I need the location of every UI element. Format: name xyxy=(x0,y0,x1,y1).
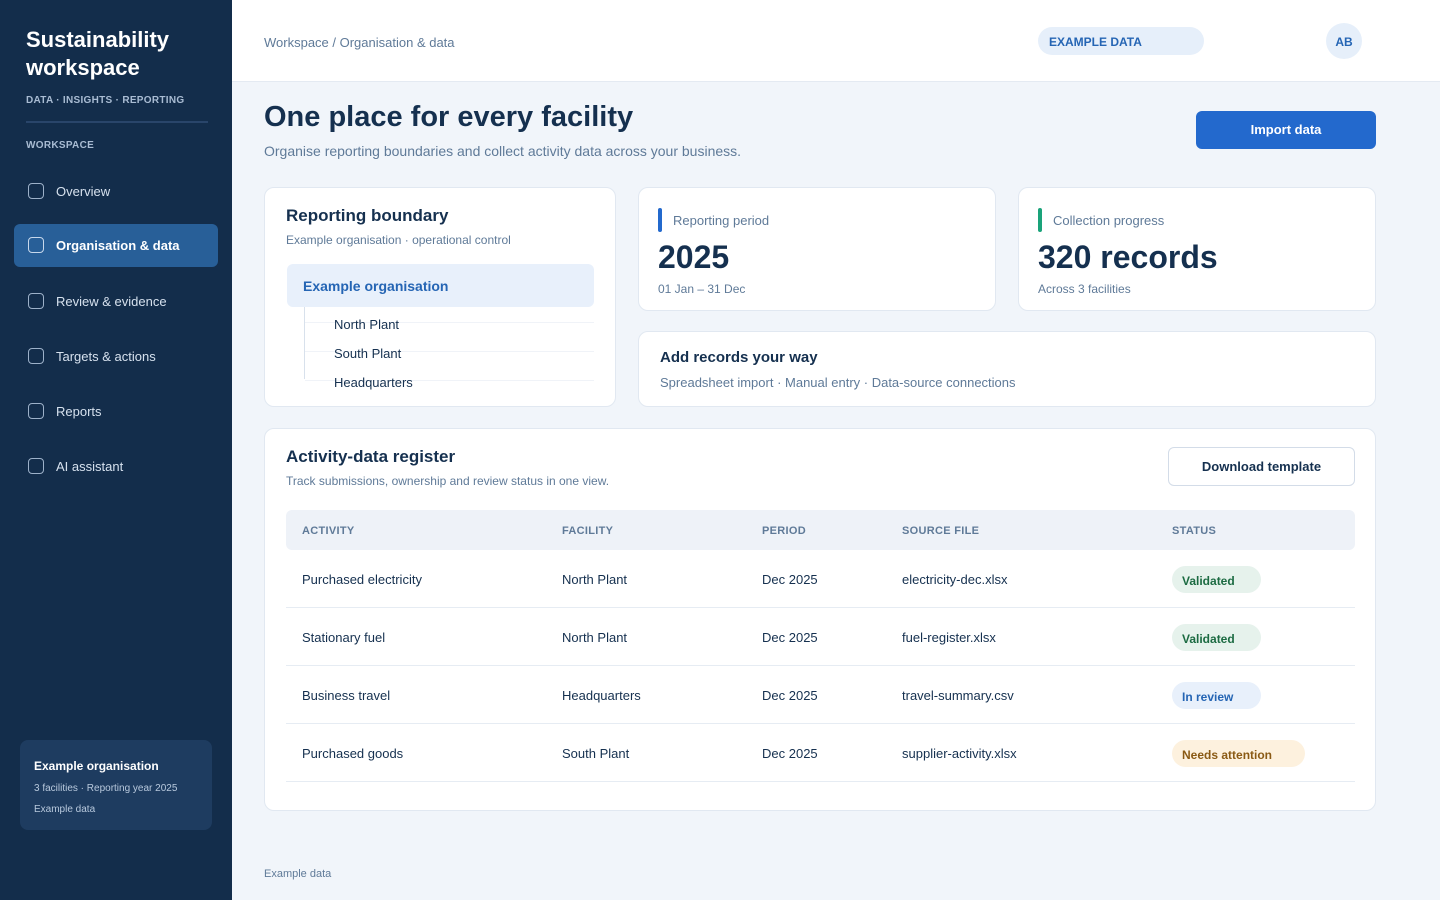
sidebar-divider xyxy=(26,121,208,123)
targets-icon xyxy=(28,348,44,364)
organisation-data-note: Example data xyxy=(34,804,96,815)
cell-facility: North Plant xyxy=(562,630,628,645)
cell-source-file[interactable]: fuel-register.xlsx xyxy=(902,630,996,645)
cell-activity: Stationary fuel xyxy=(302,630,386,645)
sidebar-item-targets-actions[interactable]: Targets & actions xyxy=(14,335,218,378)
column-header-facility[interactable]: FACILITY xyxy=(562,525,613,537)
register-title: Activity-data register xyxy=(286,447,456,466)
table-row[interactable]: Stationary fuel North Plant Dec 2025 fue… xyxy=(286,608,1355,666)
cell-source-file[interactable]: travel-summary.csv xyxy=(902,688,1014,703)
status-badge: Validated xyxy=(1172,624,1261,651)
add-records-title: Add records your way xyxy=(660,349,818,366)
status-badge: In review xyxy=(1172,682,1261,709)
review-icon xyxy=(28,293,44,309)
sidebar-item-reports[interactable]: Reports xyxy=(14,390,218,433)
cell-facility: Headquarters xyxy=(562,688,641,703)
cell-activity: Business travel xyxy=(302,688,391,703)
reporting-boundary-title: Reporting boundary xyxy=(286,206,449,225)
import-data-button[interactable]: Import data xyxy=(1196,111,1376,149)
footer-note: Example data xyxy=(264,868,332,880)
ai-assistant-icon xyxy=(28,458,44,474)
column-header-status[interactable]: STATUS xyxy=(1172,525,1216,537)
column-header-source-file[interactable]: SOURCE FILE xyxy=(902,525,979,537)
sidebar-item-overview[interactable]: Overview xyxy=(14,170,218,213)
register-subtitle: Track submissions, ownership and review … xyxy=(286,474,610,488)
cell-facility: South Plant xyxy=(562,746,630,761)
reporting-period-value: 2025 xyxy=(658,239,730,275)
overview-icon xyxy=(28,183,44,199)
avatar[interactable]: AB xyxy=(1326,23,1362,59)
table-row[interactable]: Purchased goods South Plant Dec 2025 sup… xyxy=(286,724,1355,782)
sidebar-item-label: Organisation & data xyxy=(56,238,180,253)
activity-data-register: Activity-data register Track submissions… xyxy=(264,428,1376,811)
boundary-facility-south-plant[interactable]: South Plant xyxy=(334,346,401,361)
organisation-facilities-info: 3 facilities · Reporting year 2025 xyxy=(34,783,178,794)
reporting-period-label: Reporting period xyxy=(673,213,770,228)
add-records-card: Add records your way Spreadsheet import … xyxy=(638,331,1376,407)
cell-activity: Purchased goods xyxy=(302,746,404,761)
column-header-period[interactable]: PERIOD xyxy=(762,525,806,537)
sidebar-item-label: Targets & actions xyxy=(56,349,156,364)
organisation-name: Example organisation xyxy=(34,759,159,773)
sidebar-section-label: WORKSPACE xyxy=(26,140,95,151)
table-row[interactable]: Business travel Headquarters Dec 2025 tr… xyxy=(286,666,1355,724)
status-badge: Needs attention xyxy=(1172,740,1305,767)
top-bar: Workspace / Organisation & data EXAMPLE … xyxy=(232,0,1440,82)
reporting-period-range: 01 Jan – 31 Dec xyxy=(658,282,746,296)
cell-activity: Purchased electricity xyxy=(302,572,422,587)
sidebar-item-label: Reports xyxy=(56,404,102,419)
collection-progress-card: Collection progress 320 records Across 3… xyxy=(1018,187,1376,311)
cell-source-file[interactable]: electricity-dec.xlsx xyxy=(902,572,1007,587)
cell-period: Dec 2025 xyxy=(762,688,818,703)
collection-progress-value: 320 records xyxy=(1038,239,1218,275)
app-subtitle: DATA · INSIGHTS · REPORTING xyxy=(26,95,185,106)
cell-period: Dec 2025 xyxy=(762,746,818,761)
cell-source-file[interactable]: supplier-activity.xlsx xyxy=(902,746,1017,761)
table-row[interactable]: Purchased electricity North Plant Dec 20… xyxy=(286,550,1355,608)
period-accent-bar xyxy=(658,208,662,232)
collection-progress-label: Collection progress xyxy=(1053,213,1165,228)
boundary-facility-headquarters[interactable]: Headquarters xyxy=(334,375,413,390)
reporting-period-card: Reporting period 2025 01 Jan – 31 Dec xyxy=(638,187,996,311)
example-data-badge: EXAMPLE DATA xyxy=(1038,27,1204,55)
tree-connector xyxy=(304,307,305,379)
sidebar-item-label: AI assistant xyxy=(56,459,124,474)
organisation-summary-card: Example organisation 3 facilities · Repo… xyxy=(20,740,212,830)
boundary-root-organisation[interactable]: Example organisation xyxy=(287,264,594,307)
sidebar: Sustainability workspace DATA · INSIGHTS… xyxy=(0,0,232,900)
sidebar-item-label: Overview xyxy=(56,184,111,199)
app-title: Sustainability workspace xyxy=(26,27,170,80)
sidebar-item-review-evidence[interactable]: Review & evidence xyxy=(14,280,218,323)
add-records-methods: Spreadsheet import · Manual entry · Data… xyxy=(660,375,1016,390)
progress-accent-bar xyxy=(1038,208,1042,232)
boundary-facility-north-plant[interactable]: North Plant xyxy=(334,317,399,332)
reporting-boundary-card: Reporting boundary Example organisation … xyxy=(264,187,616,407)
organisation-icon xyxy=(28,237,44,253)
reporting-boundary-subtitle: Example organisation · operational contr… xyxy=(286,233,511,247)
cell-facility: North Plant xyxy=(562,572,628,587)
collection-progress-sub: Across 3 facilities xyxy=(1038,282,1131,296)
column-header-activity[interactable]: ACTIVITY xyxy=(302,525,355,537)
reports-icon xyxy=(28,403,44,419)
sidebar-item-label: Review & evidence xyxy=(56,294,167,309)
cell-period: Dec 2025 xyxy=(762,572,818,587)
status-badge: Validated xyxy=(1172,566,1261,593)
breadcrumb[interactable]: Workspace / Organisation & data xyxy=(264,35,455,50)
table-header: ACTIVITY FACILITY PERIOD SOURCE FILE STA… xyxy=(286,510,1355,550)
download-template-button[interactable]: Download template xyxy=(1168,447,1355,486)
page-title: One place for every facility xyxy=(264,101,634,133)
sidebar-item-ai-assistant[interactable]: AI assistant xyxy=(14,445,218,488)
cell-period: Dec 2025 xyxy=(762,630,818,645)
sidebar-item-organisation-data[interactable]: Organisation & data xyxy=(14,224,218,267)
page-subtitle: Organise reporting boundaries and collec… xyxy=(264,143,742,159)
